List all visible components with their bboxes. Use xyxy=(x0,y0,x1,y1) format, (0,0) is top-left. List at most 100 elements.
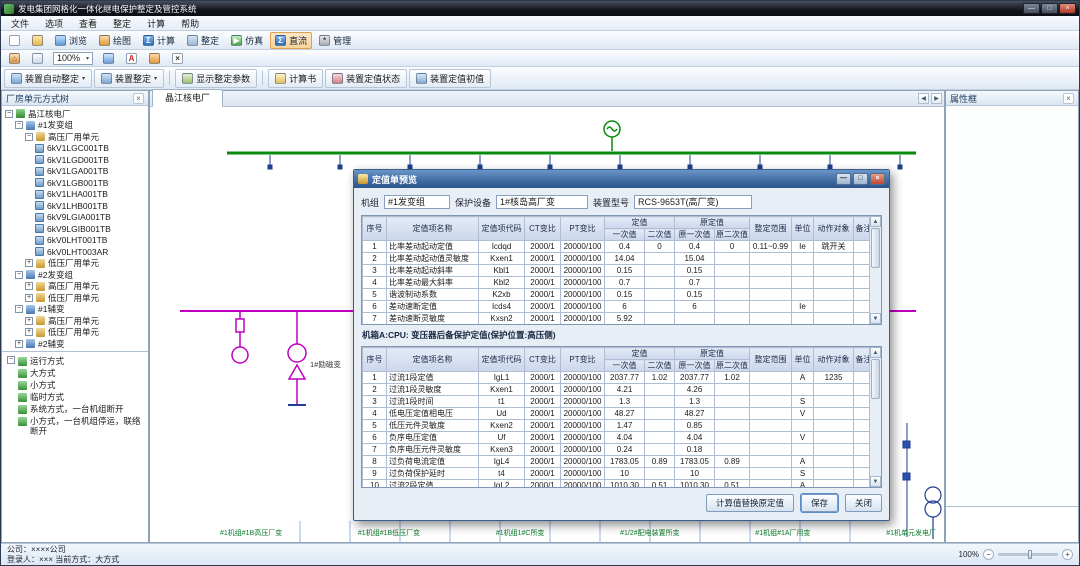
dialog-close-button[interactable]: × xyxy=(870,173,885,185)
toolbar-button[interactable] xyxy=(144,51,165,66)
menu-item[interactable]: 计算 xyxy=(139,16,173,31)
action-button[interactable]: 装置整定▾ xyxy=(94,69,164,88)
action-button[interactable]: 装置定值初值 xyxy=(409,69,491,88)
tree-item[interactable]: 小方式，一台机组停运，联络断开 xyxy=(2,415,148,437)
zoom-in-button[interactable]: + xyxy=(1062,549,1073,560)
tree-expand-toggle[interactable]: − xyxy=(5,110,13,118)
protected-device-field[interactable]: 1#核岛高厂变 xyxy=(496,195,588,209)
dialog-minimize-button[interactable]: — xyxy=(836,173,851,185)
toolbar-button[interactable]: ⌂ xyxy=(4,51,25,66)
scroll-thumb[interactable] xyxy=(871,359,880,399)
tab-scroll-right-icon[interactable]: ▶ xyxy=(931,93,942,104)
tree-item[interactable]: +低压厂用单元 xyxy=(2,258,148,270)
tree-item[interactable]: 大方式 xyxy=(2,367,148,379)
menu-item[interactable]: 帮助 xyxy=(173,16,207,31)
toolbar-button[interactable]: A xyxy=(121,51,142,66)
tree-expand-toggle[interactable]: + xyxy=(25,317,33,325)
zoom-out-button[interactable]: − xyxy=(983,549,994,560)
toolbar-button[interactable] xyxy=(4,33,25,48)
tree-item[interactable]: 6kV1LGA001TB xyxy=(2,166,148,178)
tree-item[interactable]: 6kV0LHT001TB xyxy=(2,235,148,247)
tree-item[interactable]: 6kV1LGC001TB xyxy=(2,143,148,155)
setting-row[interactable]: 2比率差动起动值灵敏度Kxen12000/120000/10014.0415.0… xyxy=(363,253,874,265)
tree-expand-toggle[interactable]: − xyxy=(15,121,23,129)
toolbar-button[interactable]: Σ直流 xyxy=(270,32,312,49)
menu-item[interactable]: 选项 xyxy=(37,16,71,31)
table-scrollbar[interactable]: ▲▼ xyxy=(869,216,881,324)
close-icon[interactable]: × xyxy=(1063,93,1074,104)
unit-field[interactable]: #1发变组 xyxy=(384,195,450,209)
tree-expand-toggle[interactable]: − xyxy=(15,271,23,279)
zoom-slider-thumb[interactable] xyxy=(1028,550,1032,559)
menu-item[interactable]: 整定 xyxy=(105,16,139,31)
table-scrollbar[interactable]: ▲▼ xyxy=(869,347,881,487)
tree-item[interactable]: 6kV1LHA001TB xyxy=(2,189,148,201)
toolbar-button[interactable]: 绘图 xyxy=(94,32,136,49)
tree-expand-toggle[interactable]: + xyxy=(25,294,33,302)
setting-row[interactable]: 7负序电压元件灵敏度Kxen32000/120000/1000.240.18 xyxy=(363,444,874,456)
action-button[interactable]: 装置自动整定▾ xyxy=(4,69,92,88)
setting-row[interactable]: 1过流1段定值IgL12000/120000/1002037.771.02203… xyxy=(363,372,874,384)
setting-row[interactable]: 4低电压定值相电压Ud2000/120000/10048.2748.27V xyxy=(363,408,874,420)
tree-expand-toggle[interactable]: − xyxy=(7,356,15,364)
toolbar-button[interactable]: 整定 xyxy=(182,32,224,49)
tree-expand-toggle[interactable]: + xyxy=(25,259,33,267)
tree-expand-toggle[interactable]: + xyxy=(25,282,33,290)
tree-item[interactable]: −#1辅变 xyxy=(2,304,148,316)
tree-item[interactable]: +低压厂用单元 xyxy=(2,327,148,339)
toolbar-button[interactable]: × xyxy=(167,51,188,66)
toolbar-button[interactable]: 浏览 xyxy=(50,32,92,49)
minimize-button[interactable]: — xyxy=(1023,3,1040,14)
toolbar-button[interactable]: Σ计算 xyxy=(138,32,180,49)
menu-item[interactable]: 文件 xyxy=(3,16,37,31)
tree-item[interactable]: 6kV1LGB001TB xyxy=(2,177,148,189)
scroll-up-icon[interactable]: ▲ xyxy=(870,347,881,358)
menu-item[interactable]: 查看 xyxy=(71,16,105,31)
zoom-select[interactable]: 100% ▾ xyxy=(53,52,93,65)
setting-row[interactable]: 7差动速断灵敏度Kxsn22000/120000/1005.92 xyxy=(363,313,874,325)
action-button[interactable]: 装置定值状态 xyxy=(325,69,407,88)
tree-item[interactable]: −高压厂用单元 xyxy=(2,131,148,143)
tree-expand-toggle[interactable]: + xyxy=(25,328,33,336)
setting-row[interactable]: 6差动速断定值Icds42000/120000/10066Ie xyxy=(363,301,874,313)
setting-row[interactable]: 9过负荷保护延时t42000/120000/1001010S xyxy=(363,468,874,480)
tree-item[interactable]: 小方式 xyxy=(2,379,148,391)
setting-row[interactable]: 5谐波制动系数K2xb2000/120000/1000.150.15 xyxy=(363,289,874,301)
scroll-up-icon[interactable]: ▲ xyxy=(870,216,881,227)
toolbar-button[interactable]: *管理 xyxy=(314,32,356,49)
tree-item[interactable]: −晶江核电厂 xyxy=(2,108,148,120)
setting-row[interactable]: 2过流1段灵敏度Kxen12000/120000/1004.214.26 xyxy=(363,384,874,396)
setting-row[interactable]: 6负序电压定值Uf2000/120000/1004.044.04V xyxy=(363,432,874,444)
maximize-button[interactable]: □ xyxy=(1041,3,1058,14)
tab-scroll-left-icon[interactable]: ◀ xyxy=(918,93,929,104)
setting-row[interactable]: 5低压元件灵敏度Kxen22000/120000/1001.470.85 xyxy=(363,420,874,432)
close-icon[interactable]: × xyxy=(133,93,144,104)
close-button[interactable]: 关闭 xyxy=(845,494,882,512)
setting-row[interactable]: 10过流2段定值IgL22000/120000/1001010.300.5110… xyxy=(363,480,874,489)
tree-item[interactable]: −#2发变组 xyxy=(2,269,148,281)
tree-item[interactable]: +#2辅变 xyxy=(2,338,148,349)
action-button[interactable]: 显示整定参数 xyxy=(175,69,257,88)
close-button[interactable]: × xyxy=(1059,3,1076,14)
tree-item[interactable]: 6kV9LGIA001TB xyxy=(2,212,148,224)
setting-row[interactable]: 3比率差动起动斜率Kbl12000/120000/1000.150.15 xyxy=(363,265,874,277)
replace-with-calculated-button[interactable]: 计算值替换原定值 xyxy=(706,494,794,512)
tree-expand-toggle[interactable]: − xyxy=(15,305,23,313)
action-button[interactable]: 计算书 xyxy=(268,69,323,88)
setting-row[interactable]: 3过流1段时间t12000/120000/1001.31.3S xyxy=(363,396,874,408)
tree-item[interactable]: 6kV1LGD001TB xyxy=(2,154,148,166)
setting-row[interactable]: 1比率差动起动定值Icdqd2000/120000/1000.400.400.1… xyxy=(363,241,874,253)
setting-row[interactable]: 8过负荷电流定值IgL42000/120000/1001783.050.8917… xyxy=(363,456,874,468)
toolbar-button[interactable] xyxy=(27,33,48,48)
toolbar-button[interactable]: ▶仿真 xyxy=(226,32,268,49)
toolbar-button[interactable] xyxy=(98,51,119,66)
tree-item[interactable]: 临时方式 xyxy=(2,391,148,403)
dialog-titlebar[interactable]: 定值单预览 — □ × xyxy=(354,170,889,188)
tree-item[interactable]: +高压厂用单元 xyxy=(2,281,148,293)
setting-row[interactable]: 4比率差动最大斜率Kbl22000/120000/1000.70.7 xyxy=(363,277,874,289)
tab-plant-diagram[interactable]: 晶江核电厂 xyxy=(152,89,223,107)
tree-expand-toggle[interactable]: − xyxy=(25,133,33,141)
scroll-down-icon[interactable]: ▼ xyxy=(870,313,881,324)
tree-item[interactable]: 6kV0LHT003AR xyxy=(2,246,148,258)
toolbar-button[interactable] xyxy=(27,51,48,66)
